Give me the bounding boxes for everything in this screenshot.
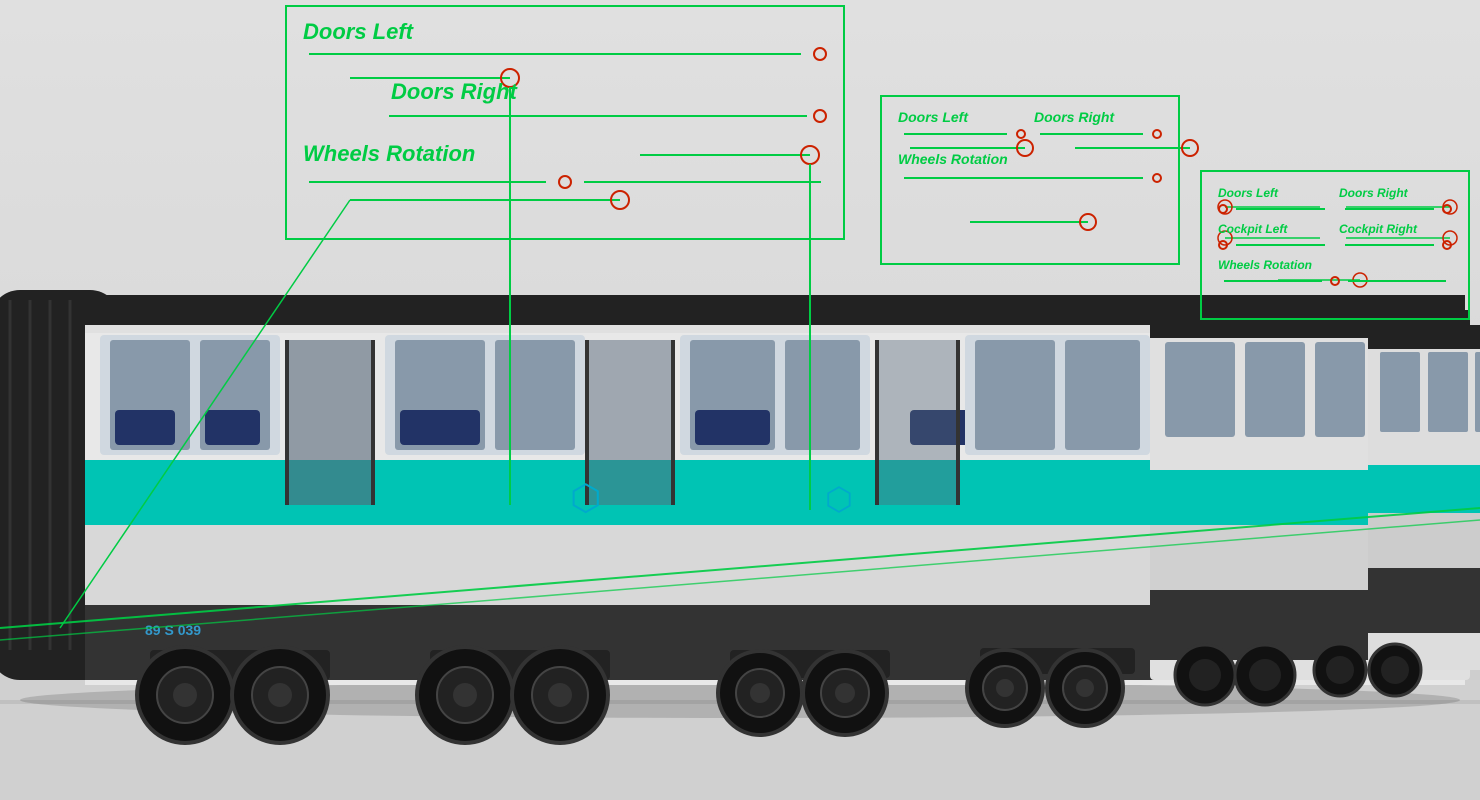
legend-item-doors-left: Doors Left bbox=[303, 19, 827, 45]
line-doors-left bbox=[309, 53, 801, 55]
b3-circle-cockpit-left bbox=[1218, 240, 1228, 250]
b3-cockpit-right-label: Cockpit Right bbox=[1339, 222, 1417, 236]
b3-circle-cockpit-right bbox=[1442, 240, 1452, 250]
b3-line-cockpit-left bbox=[1236, 244, 1325, 246]
circle-wheels bbox=[558, 175, 572, 189]
svg-text:⬡: ⬡ bbox=[825, 481, 853, 517]
legend-box-1: Doors Left Doors Right Wheels Rotation bbox=[285, 5, 845, 240]
circle-doors-right bbox=[813, 109, 827, 123]
b2-doors-right-label: Doors Right bbox=[1034, 109, 1114, 125]
b3-line-doors-right bbox=[1345, 208, 1434, 210]
line-wheels bbox=[309, 181, 546, 183]
legend-line-doors-left bbox=[303, 47, 827, 61]
wheels-rotation-label: Wheels Rotation bbox=[303, 141, 475, 167]
legend-box-3: Doors Left Doors Right Cockpit Left bbox=[1200, 170, 1470, 320]
b3-wheels-label: Wheels Rotation bbox=[1218, 258, 1312, 272]
doors-right-label: Doors Right bbox=[391, 79, 517, 105]
scene-background: 89 S 039 ⬡ ⬡ bbox=[0, 0, 1480, 800]
b2-line-doors-left bbox=[904, 133, 1007, 135]
b3-line-cockpit-right bbox=[1345, 244, 1434, 246]
svg-text:⬡: ⬡ bbox=[570, 477, 601, 518]
b3-line-wheels-2 bbox=[1348, 280, 1446, 282]
b3-doors-right-label: Doors Right bbox=[1339, 186, 1408, 200]
b2-doors-left-label: Doors Left bbox=[898, 109, 968, 125]
b2-wheels-label: Wheels Rotation bbox=[898, 151, 1008, 167]
b2-line-doors-right bbox=[1040, 133, 1143, 135]
b3-doors-left-label: Doors Left bbox=[1218, 186, 1278, 200]
b3-line-doors-left bbox=[1236, 208, 1325, 210]
b3-circle-doors-left bbox=[1218, 204, 1228, 214]
b2-circle-doors-right bbox=[1152, 129, 1162, 139]
line-wheels-2 bbox=[584, 181, 821, 183]
legend-line-wheels bbox=[303, 175, 827, 189]
b3-cockpit-left-label: Cockpit Left bbox=[1218, 222, 1287, 236]
circle-doors-left bbox=[813, 47, 827, 61]
b3-line-wheels bbox=[1224, 280, 1322, 282]
b3-circle-wheels bbox=[1330, 276, 1340, 286]
b2-circle-wheels bbox=[1152, 173, 1162, 183]
b2-circle-doors-left bbox=[1016, 129, 1026, 139]
legend-item-wheels: Wheels Rotation bbox=[303, 141, 827, 167]
line-doors-right bbox=[389, 115, 807, 117]
b2-line-wheels bbox=[904, 177, 1143, 179]
b3-circle-doors-right bbox=[1442, 204, 1452, 214]
legend-box-2: Doors Left Doors Right Wheels Rotation bbox=[880, 95, 1180, 265]
doors-left-label: Doors Left bbox=[303, 19, 413, 45]
